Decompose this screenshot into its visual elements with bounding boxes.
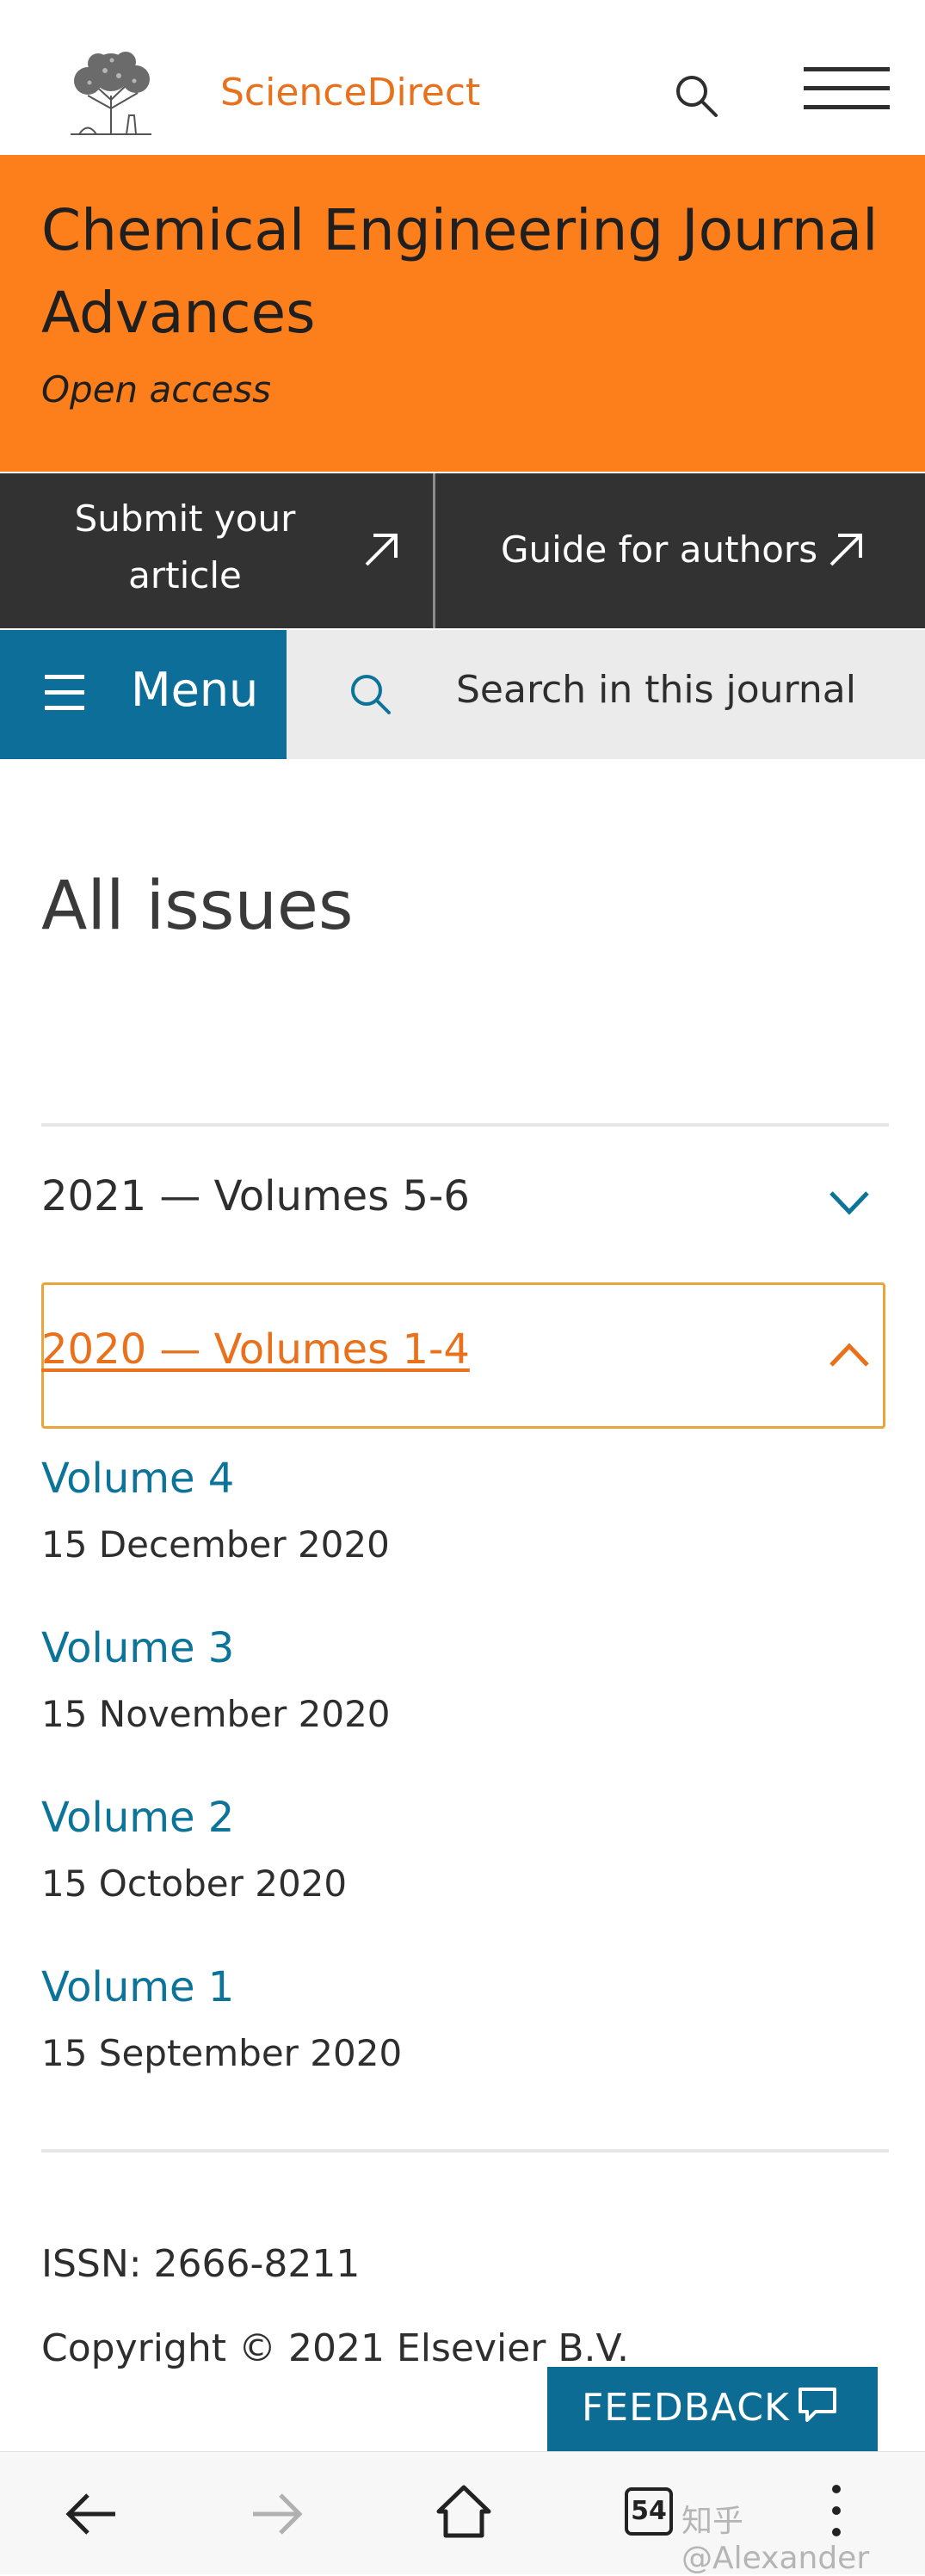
journal-title[interactable]: Chemical Engineering Journal Advances	[41, 189, 893, 355]
chat-bubble-icon	[795, 2384, 840, 2427]
search-icon[interactable]	[673, 72, 721, 120]
sciencedirect-brand[interactable]: ScienceDirect	[220, 71, 480, 114]
tabs-count-icon[interactable]: 54	[625, 2487, 673, 2536]
search-placeholder: Search in this journal	[456, 668, 856, 712]
accordion-2021-label[interactable]: 2021 — Volumes 5-6	[41, 1172, 470, 1220]
divider	[41, 1123, 889, 1127]
forward-arrow-icon[interactable]	[250, 2492, 305, 2536]
guide-for-authors-button[interactable]: Guide for authors	[435, 473, 925, 628]
volume-1-date: 15 September 2020	[41, 2032, 403, 2074]
guide-label: Guide for authors	[501, 528, 818, 571]
submit-label-line1: Submit your	[74, 497, 296, 540]
search-icon	[346, 670, 394, 718]
external-arrow-icon	[826, 530, 866, 570]
accordion-2020-label[interactable]: 2020 — Volumes 1-4	[41, 1325, 470, 1374]
chevron-up-icon[interactable]	[828, 1341, 871, 1370]
page-title: All issues	[41, 868, 354, 945]
hamburger-icon[interactable]	[804, 67, 890, 115]
watermark: 知乎 @Alexander	[681, 2504, 870, 2576]
external-arrow-icon	[361, 530, 401, 570]
submit-article-button[interactable]: Submit your article	[0, 473, 432, 628]
volume-3-link[interactable]: Volume 3	[41, 1624, 234, 1672]
open-access-label: Open access	[41, 368, 272, 411]
volume-2-date: 15 October 2020	[41, 1863, 348, 1905]
copyright-text: Copyright © 2021 Elsevier B.V.	[41, 2326, 629, 2370]
elsevier-tree-logo[interactable]	[62, 48, 160, 138]
submit-label-line2: article	[128, 554, 242, 596]
volume-4-date: 15 December 2020	[41, 1523, 390, 1566]
volume-4-link[interactable]: Volume 4	[41, 1455, 234, 1503]
divider	[41, 2149, 889, 2153]
menu-label: Menu	[131, 663, 259, 717]
feedback-label: FEEDBACK	[582, 2386, 790, 2430]
menu-icon	[45, 671, 84, 714]
volume-2-link[interactable]: Volume 2	[41, 1794, 234, 1842]
back-arrow-icon[interactable]	[64, 2492, 119, 2536]
issn-text: ISSN: 2666-8211	[41, 2242, 361, 2286]
volume-1-link[interactable]: Volume 1	[41, 1963, 234, 2011]
chevron-down-icon[interactable]	[828, 1188, 871, 1217]
home-icon[interactable]	[432, 2482, 496, 2541]
volume-3-date: 15 November 2020	[41, 1693, 391, 1735]
